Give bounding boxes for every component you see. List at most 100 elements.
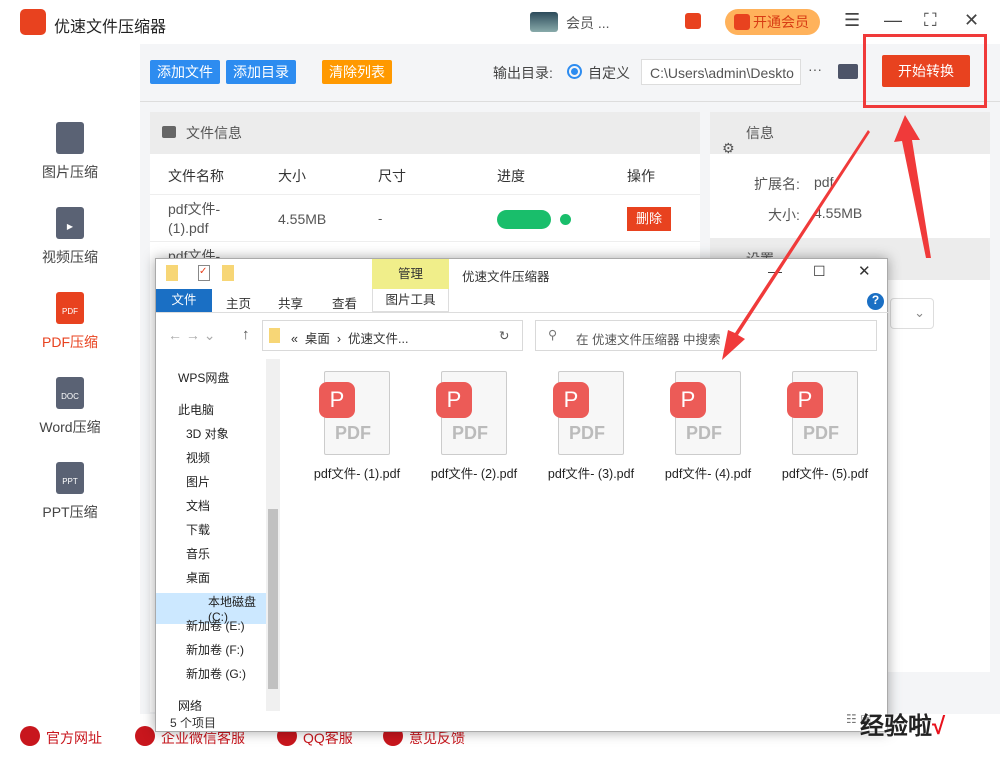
folder-icon (269, 328, 280, 343)
video-file-icon: ▶ (56, 207, 84, 239)
check-icon (560, 214, 571, 225)
ribbon-tab-view[interactable]: 查看 (332, 293, 357, 312)
sidebar-item-pdf[interactable]: PDF PDF压缩 (0, 292, 140, 352)
nav-up-icon[interactable]: ↑ (242, 326, 250, 343)
nav-item[interactable]: 图片 (186, 473, 210, 490)
file-name-line: pdf文件- (168, 201, 221, 217)
user-name: 会员 ... (566, 15, 610, 31)
user-avatar[interactable] (530, 12, 558, 32)
breadcrumb-overflow[interactable]: « (291, 332, 298, 346)
sidebar-label: PDF压缩 (42, 334, 98, 350)
file-item[interactable]: P PDF pdf文件- (1).pdf (302, 371, 412, 482)
progress-fill (497, 210, 551, 229)
refresh-icon[interactable]: ↻ (499, 328, 509, 343)
ribbon-tab-file[interactable]: 文件 (156, 289, 212, 312)
sidebar-item-word[interactable]: DOC Word压缩 (0, 377, 140, 437)
vip-badge-icon (685, 13, 701, 29)
sidebar: 图片压缩 ▶ 视频压缩 PDF PDF压缩 DOC Word压缩 PPT PPT压缩 (0, 44, 140, 714)
breadcrumb-desktop[interactable]: 桌面 (305, 332, 330, 346)
pdf-file-icon: P PDF (670, 371, 741, 455)
folder-icon[interactable] (838, 64, 858, 79)
column-header-dims: 尺寸 (378, 168, 406, 184)
search-input[interactable]: ⚲ 在 优速文件压缩器 中搜索 (535, 320, 877, 351)
ribbon-tab-share[interactable]: 共享 (278, 293, 303, 312)
ribbon-tab-home[interactable]: 主页 (226, 293, 251, 312)
pdf-file-icon: P PDF (436, 371, 507, 455)
minimize-icon[interactable]: — (884, 10, 902, 31)
nav-scrollbar[interactable] (266, 359, 280, 711)
vip-icon (734, 14, 750, 30)
new-folder-icon[interactable] (222, 265, 234, 281)
sidebar-item-image[interactable]: 图片压缩 (0, 122, 140, 182)
nav-item[interactable]: 文档 (186, 497, 210, 514)
nav-item[interactable]: 视频 (186, 449, 210, 466)
nav-item[interactable]: 新加卷 (F:) (186, 641, 244, 658)
nav-item[interactable]: 网络 (178, 697, 202, 711)
help-icon[interactable]: ? (867, 293, 884, 310)
pdf-file-icon: P PDF (787, 371, 858, 455)
minimize-icon[interactable]: — (768, 263, 782, 279)
highlight-box (863, 34, 987, 108)
close-icon[interactable]: ✕ (964, 10, 979, 31)
output-path-input[interactable]: C:\Users\admin\Deskto (641, 59, 801, 85)
file-size: 4.55MB (278, 211, 327, 227)
file-item[interactable]: P PDF pdf文件- (4).pdf (653, 371, 763, 482)
menu-icon[interactable]: ☰ (844, 10, 860, 31)
folder-icon (166, 265, 178, 281)
nav-item[interactable]: 桌面 (186, 569, 210, 586)
nav-item[interactable]: 音乐 (186, 545, 210, 562)
column-header-name: 文件名称 (168, 168, 224, 184)
delete-button[interactable]: 删除 (627, 207, 671, 231)
table-row: pdf文件- (1).pdf 4.55MB - 删除 (150, 194, 700, 242)
ext-label: 扩展名: (754, 176, 800, 192)
add-directory-button[interactable]: 添加目录 (226, 60, 296, 84)
nav-item[interactable]: 新加卷 (G:) (186, 665, 246, 682)
nav-item[interactable]: 此电脑 (178, 401, 214, 418)
scrollbar-thumb[interactable] (268, 509, 278, 689)
fullscreen-icon[interactable]: ⛶ (924, 10, 937, 31)
file-item[interactable]: P PDF pdf文件- (2).pdf (419, 371, 529, 482)
gear-icon: ⚙ (722, 140, 735, 156)
file-name: pdf文件- (4).pdf (664, 467, 752, 481)
pdf-file-icon: PDF (56, 292, 84, 324)
more-icon[interactable]: ··· (808, 61, 822, 77)
navigation-pane: WPS网盘 此电脑 3D 对象 视频 图片 文档 下载 音乐 桌面 本地磁盘 (C:) 新加卷 (E… (156, 359, 282, 711)
settings-select[interactable]: ⌄ (890, 298, 934, 329)
nav-back-forward-icons[interactable]: ← → ⌄ (168, 327, 216, 344)
open-vip-button[interactable]: 开通会员 (725, 9, 820, 35)
nav-item[interactable]: 新加卷 (E:) (186, 617, 245, 634)
title-bar: 优速文件压缩器 会员 ... 开通会员 ☰ — ⛶ ✕ (0, 0, 1000, 44)
column-header-size: 大小 (278, 168, 306, 184)
size-value: 4.55MB (814, 205, 863, 221)
add-file-button[interactable]: 添加文件 (150, 60, 220, 84)
file-item[interactable]: P PDF pdf文件- (5).pdf (770, 371, 880, 482)
sidebar-item-ppt[interactable]: PPT PPT压缩 (0, 462, 140, 522)
manage-tab[interactable]: 管理 (372, 259, 449, 289)
file-item[interactable]: P PDF pdf文件- (3).pdf (536, 371, 646, 482)
ribbon-tab-picture-tools[interactable]: 图片工具 (372, 289, 449, 312)
sidebar-label: PPT压缩 (42, 504, 98, 520)
nav-item[interactable]: WPS网盘 (178, 369, 229, 386)
custom-radio-label: 自定义 (588, 65, 630, 81)
maximize-icon[interactable]: ☐ (813, 263, 826, 280)
file-name: pdf文件- (3).pdf (547, 467, 635, 481)
watermark-logo: 经验啦√ (860, 713, 946, 740)
footer-website-link[interactable]: 官方网址 (20, 726, 102, 748)
custom-radio[interactable] (567, 64, 582, 79)
file-explorer-window: ✓ 管理 优速文件压缩器 — ☐ ✕ 文件 主页 共享 查看 图片工具 ? ← … (155, 258, 889, 732)
ribbon-divider (156, 312, 889, 313)
file-dims: - (378, 211, 383, 226)
address-bar[interactable]: « 桌面 › 优速文件... ↻ (262, 320, 523, 351)
file-info-header: 文件信息 (150, 112, 700, 154)
properties-icon[interactable]: ✓ (198, 265, 210, 281)
nav-item[interactable]: 下载 (186, 521, 210, 538)
sidebar-item-video[interactable]: ▶ 视频压缩 (0, 207, 140, 267)
status-item-count: 5 个项目 (170, 716, 217, 730)
nav-item[interactable]: 3D 对象 (186, 425, 229, 442)
breadcrumb-current[interactable]: 优速文件... (348, 332, 408, 346)
close-icon[interactable]: ✕ (858, 262, 871, 280)
pdf-file-icon: P PDF (319, 371, 390, 455)
file-info-title: 文件信息 (186, 125, 242, 141)
clear-list-button[interactable]: 清除列表 (322, 60, 392, 84)
app-title: 优速文件压缩器 (54, 19, 167, 36)
